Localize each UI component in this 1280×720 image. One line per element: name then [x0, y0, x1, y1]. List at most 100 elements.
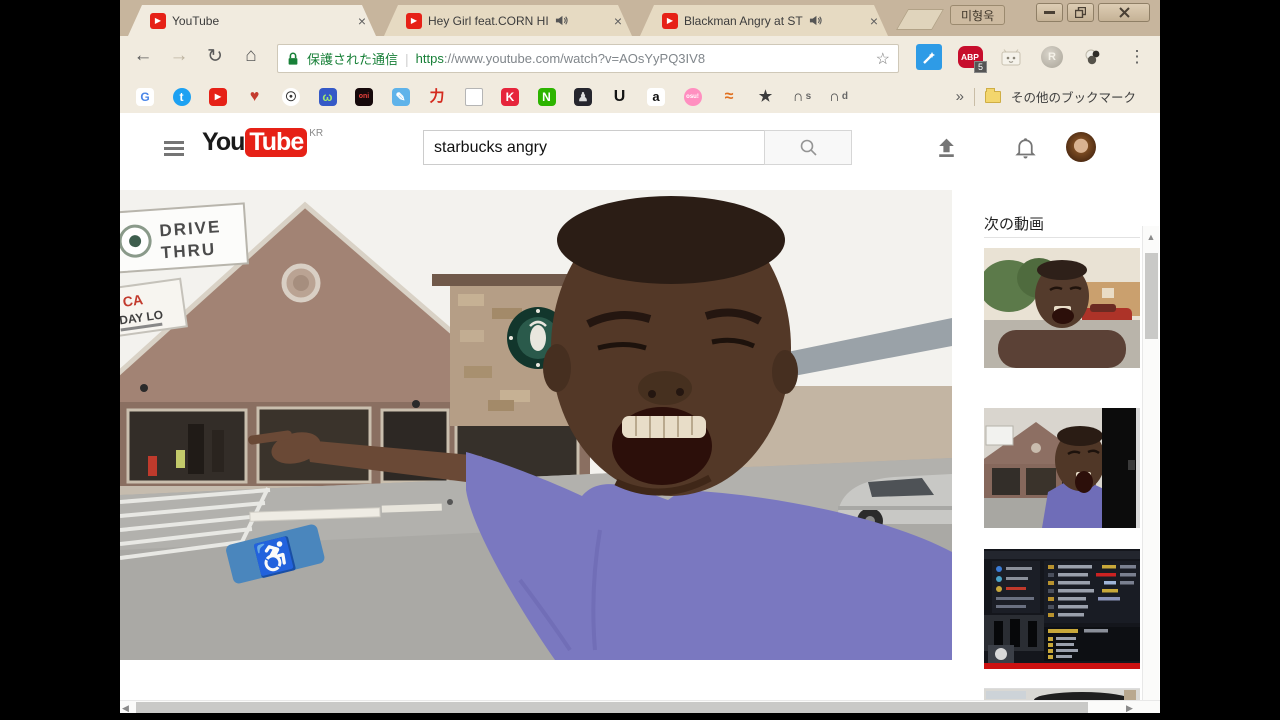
person-silhouette: [188, 424, 204, 474]
bell-icon[interactable]: [1013, 135, 1038, 160]
search-icon: [800, 139, 817, 156]
folder-icon: [984, 87, 1001, 103]
tab-blackman-angry[interactable]: ▶ Blackman Angry at ST ×: [640, 5, 888, 36]
logo-you: You: [202, 128, 245, 156]
minimize-button[interactable]: [1036, 3, 1063, 22]
bookmarks-separator: [973, 87, 975, 106]
figure-bookmark-icon[interactable]: ♟: [574, 87, 592, 106]
tab-title: Hey Girl feat.CORN HI: [428, 13, 549, 28]
twitter-bookmark-icon[interactable]: t: [172, 87, 191, 106]
osu-bookmark-icon[interactable]: osu!: [683, 87, 702, 106]
thumbnail-shirtless-man[interactable]: [984, 248, 1140, 368]
url-text: https://www.youtube.com/watch?v=AOsYyPQ3…: [416, 51, 705, 66]
vertical-scrollbar[interactable]: ▲ ▼: [1142, 226, 1159, 713]
document-bookmark-icon[interactable]: [464, 87, 483, 106]
profile-button[interactable]: 미형욱: [950, 5, 1006, 25]
reload-icon[interactable]: ↻: [202, 45, 228, 68]
drive-thru-sign: DRIVE THRU: [120, 202, 249, 274]
video-player[interactable]: DRIVE THRU CA DAY LO ♿: [120, 190, 952, 660]
up-next-title: 次の動画: [984, 216, 1045, 233]
search-input[interactable]: [423, 130, 765, 165]
tab-title: Blackman Angry at ST: [684, 13, 803, 28]
tv-extension-icon[interactable]: [998, 44, 1024, 70]
hydrant: [148, 456, 157, 476]
url-scheme: https: [415, 51, 444, 66]
youtube-favicon-icon: ▶: [662, 13, 678, 29]
address-bar[interactable]: 保護された通信 | https://www.youtube.com/watch?…: [277, 44, 899, 73]
tab-audio-icon: [555, 14, 568, 27]
svg-text:THRU: THRU: [160, 240, 216, 263]
tab-strip: ▶ YouTube × ▶ Hey Girl feat.CORN HI × ▶ …: [120, 0, 1160, 36]
person-silhouette: [212, 430, 224, 472]
secure-label: 保護された通信: [307, 52, 399, 67]
restore-button[interactable]: [1067, 3, 1094, 22]
sidebar-divider: [984, 237, 1140, 238]
url-path: ://www.youtube.com/watch?v=AOsYyPQ3IV8: [443, 51, 706, 66]
close-icon: [1118, 7, 1130, 18]
bookmarks-bar: Gt ▶ ♥ ☉ ω oni ✎ 力 K N ♟ Ua osu! ≈ ★ ∩ s ∩ d » その他のブックマーク: [120, 80, 1160, 113]
thumbnail-purple-shirt-man[interactable]: [984, 408, 1140, 528]
headset-s-bookmark-icon[interactable]: ∩ s: [793, 88, 811, 106]
horizontal-scrollbar-thumb[interactable]: [136, 702, 1088, 713]
tab-close-icon[interactable]: ×: [870, 14, 878, 28]
letterbox-right: [1160, 0, 1280, 720]
youtube-page: You Tube KR starbucks angry DRIVE THRU C…: [120, 113, 1160, 713]
hamburger-menu-icon[interactable]: [164, 141, 184, 144]
adblock-plus-extension-icon[interactable]: ABP 5: [957, 44, 987, 73]
tab-close-icon[interactable]: ×: [614, 14, 622, 28]
bookmarks-right-group: » その他のブックマーク: [956, 80, 1136, 113]
naver-bookmark-icon[interactable]: N: [537, 87, 556, 106]
search-button[interactable]: [764, 130, 852, 165]
tab-close-icon[interactable]: ×: [358, 14, 366, 28]
headset-d-bookmark-icon[interactable]: ∩ d: [829, 88, 848, 106]
bookmarks-overflow-icon[interactable]: »: [956, 88, 964, 105]
bookmark-star-icon[interactable]: ☆: [876, 49, 890, 69]
scroll-right-icon[interactable]: ▶: [1126, 703, 1133, 713]
wand-extension-icon[interactable]: [916, 44, 942, 70]
browser-toolbar: ← → ↻ ⌂ 保護された通信 | https://www.youtube.co…: [120, 36, 1160, 80]
minimize-icon: [1044, 11, 1055, 14]
robot-bookmark-icon[interactable]: ☉: [282, 87, 300, 106]
blue-face-bookmark-icon[interactable]: ω: [318, 87, 337, 106]
youtube-favicon-icon: ▶: [150, 13, 166, 29]
oni-bookmark-icon[interactable]: oni: [355, 87, 373, 106]
secure-lock-icon: [288, 52, 298, 65]
thumbnail-game-lobby[interactable]: [984, 549, 1140, 669]
tab-hey-girl[interactable]: ▶ Hey Girl feat.CORN HI ×: [384, 5, 632, 36]
back-icon[interactable]: ←: [130, 45, 156, 67]
swoosh-bookmark-icon[interactable]: ≈: [720, 88, 738, 106]
avatar[interactable]: [1066, 132, 1096, 162]
thumbnail-partial[interactable]: [984, 688, 1140, 700]
forward-icon[interactable]: →: [166, 45, 192, 67]
close-button[interactable]: [1098, 3, 1150, 22]
horizontal-scrollbar[interactable]: ◀ ▶: [120, 700, 1160, 713]
letterbox-bottom: [120, 713, 1160, 720]
upload-icon[interactable]: [934, 135, 959, 160]
star-bookmark-icon[interactable]: ★: [757, 88, 775, 106]
youtube-bookmark-icon[interactable]: ▶: [209, 87, 227, 106]
feather-bookmark-icon[interactable]: ✎: [391, 87, 410, 106]
youtube-favicon-icon: ▶: [406, 13, 422, 29]
video-frame: DRIVE THRU CA DAY LO ♿: [120, 190, 952, 660]
scroll-left-icon[interactable]: ◀: [122, 703, 129, 713]
home-icon[interactable]: ⌂: [238, 45, 264, 67]
tab-title: YouTube: [172, 13, 220, 28]
profile-name: 미형욱: [961, 8, 995, 23]
vertical-scrollbar-thumb[interactable]: [1145, 253, 1158, 339]
google-bookmark-icon[interactable]: G: [136, 87, 154, 106]
new-tab-button[interactable]: [895, 9, 945, 30]
logo-region-label: KR: [309, 128, 324, 139]
amazon-bookmark-icon[interactable]: a: [647, 87, 665, 106]
u-logo-bookmark-icon[interactable]: U: [611, 88, 629, 106]
chikara-bookmark-icon[interactable]: 力: [428, 88, 446, 106]
youtube-logo[interactable]: You Tube KR: [202, 128, 323, 157]
circles-extension-icon[interactable]: [1080, 44, 1106, 70]
r-extension-icon[interactable]: R: [1039, 44, 1065, 70]
heart-bookmark-icon[interactable]: ♥: [246, 88, 264, 106]
scroll-up-icon[interactable]: ▲: [1143, 232, 1159, 242]
tab-youtube[interactable]: ▶ YouTube ×: [128, 5, 376, 36]
other-bookmarks-button[interactable]: その他のブックマーク: [1011, 87, 1136, 106]
omnibox-separator: |: [405, 50, 409, 67]
browser-menu-icon[interactable]: ⋮: [1124, 44, 1150, 70]
k-app-bookmark-icon[interactable]: K: [501, 87, 519, 106]
